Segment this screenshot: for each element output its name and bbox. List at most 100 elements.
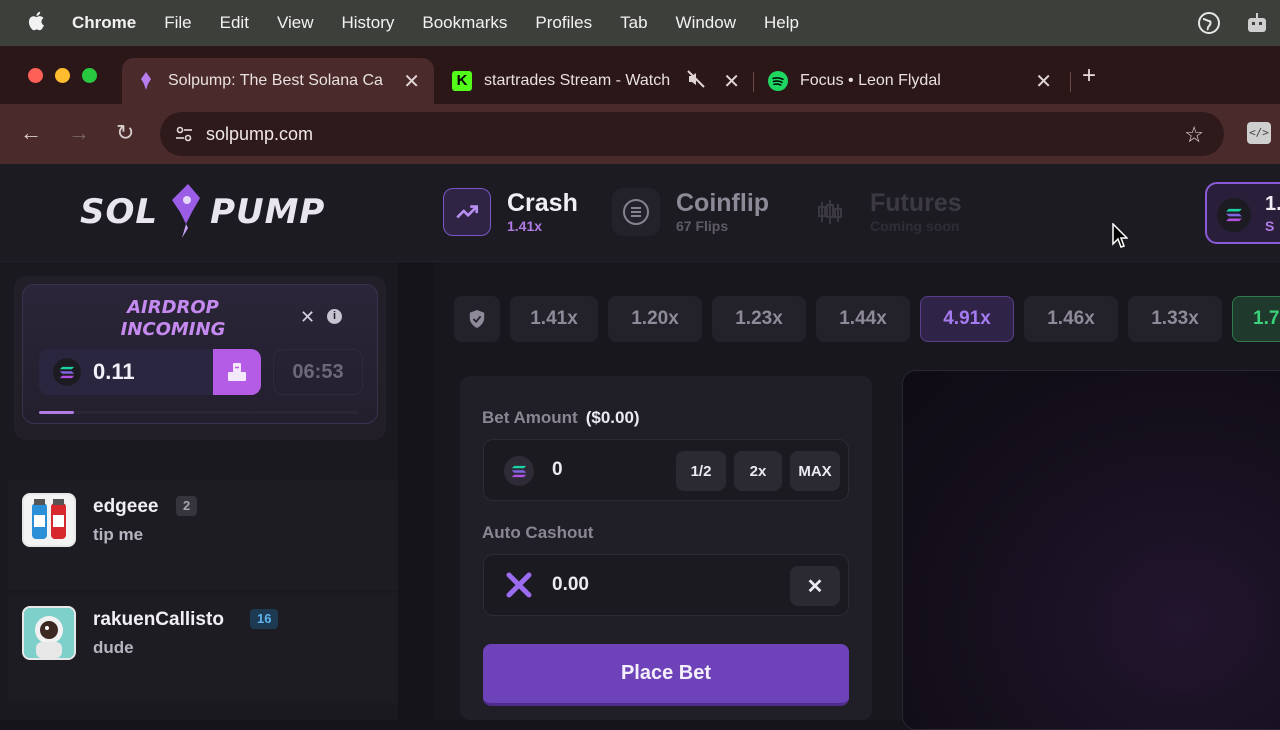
coin-icon [612,188,660,236]
history-multiplier[interactable]: 1.20x [608,296,702,342]
max-bet-button[interactable]: MAX [790,451,840,491]
menu-window[interactable]: Window [676,13,736,33]
solana-icon [504,456,534,486]
tab-solpump[interactable]: Solpump: The Best Solana Ca ✕ [122,58,434,104]
tab-title: Solpump: The Best Solana Ca [168,72,383,89]
history-multiplier[interactable]: 1.41x [510,296,598,342]
game-name: Coinflip [676,189,770,217]
game-name: Crash [507,189,578,217]
info-icon[interactable]: i [327,309,342,324]
chat-message-text: tip me [93,525,144,544]
tab-spotify[interactable]: Focus • Leon Flydal ✕ [754,58,1066,104]
avatar[interactable] [22,493,76,547]
airdrop-card: AIRDROP INCOMING ✕ i 0.11 06:53 [14,276,386,440]
chat-username[interactable]: rakuenCallisto [93,609,224,631]
balance-subtext: S [1265,218,1275,234]
tab-kick-stream[interactable]: K startrades Stream - Watch ✕ [438,58,754,104]
apple-icon[interactable] [0,11,72,36]
wallet-balance-button[interactable]: 1. S [1205,182,1280,244]
game-subtext: Coming soon [870,218,960,234]
nav-crash[interactable]: Crash 1.41x [443,188,578,236]
bet-amount-field[interactable]: 0 1/2 2x MAX [483,439,849,501]
window-close-button[interactable] [28,68,43,83]
auto-cashout-label: Auto Cashout [482,523,594,542]
mouse-cursor-icon [1112,222,1129,254]
menu-profiles[interactable]: Profiles [535,13,592,33]
bookmark-star-icon[interactable]: ☆ [1184,122,1204,148]
crash-history-bar: 1.41x 1.20x 1.23x 1.44x 4.91x 1.46x 1.33… [454,296,1280,342]
game-subtext: 67 Flips [676,218,729,234]
chrome-toolbar: ← → ↻ solpump.com ☆ [0,104,1280,164]
level-badge: 2 [176,496,198,516]
history-multiplier[interactable]: 1.23x [712,296,806,342]
history-multiplier[interactable]: 1.7 [1232,296,1280,342]
muted-speaker-icon[interactable] [686,69,706,94]
solana-icon [53,358,81,386]
menu-help[interactable]: Help [764,13,799,33]
menu-view[interactable]: View [277,13,314,33]
menu-tab[interactable]: Tab [620,13,647,33]
double-bet-button[interactable]: 2x [734,451,782,491]
airdrop-claim-button[interactable] [213,349,261,395]
menu-file[interactable]: File [164,13,191,33]
site-header: SOL PUMP Crash 1.41x Coinflip 67 Flips F… [0,164,1280,262]
tab-close-icon[interactable]: ✕ [403,69,420,94]
menu-chrome[interactable]: Chrome [72,13,136,33]
airdrop-timer: 06:53 [273,349,363,395]
claim-box-icon [228,363,246,381]
airdrop-progress-fill [39,411,75,414]
forward-button[interactable]: → [68,120,90,146]
kick-favicon-icon: K [452,71,472,91]
solpump-logo[interactable]: SOL PUMP [80,182,325,242]
avatar[interactable] [22,606,76,660]
airdrop-title: AIRDROP INCOMING [120,297,226,340]
airdrop-amount: 0.11 [93,359,135,384]
half-bet-button[interactable]: 1/2 [676,451,726,491]
bet-panel: Bet Amount ($0.00) 0 1/2 2x MAX Auto Cash… [460,376,872,720]
new-tab-button[interactable]: + [1082,62,1096,90]
place-bet-button[interactable]: Place Bet [483,644,849,706]
menu-history[interactable]: History [341,13,394,33]
history-multiplier[interactable]: 1.33x [1128,296,1222,342]
game-multiplier: 1.41x [507,218,543,234]
crash-graph [902,370,1280,730]
url-text: solpump.com [206,123,314,144]
level-badge: 16 [250,609,279,629]
spotify-favicon-icon [768,71,788,91]
status-robot-icon[interactable] [1244,10,1270,36]
status-globe-icon[interactable] [1196,10,1222,36]
rocket-icon [162,182,206,242]
chat-message: edgeee 2 tip me [8,480,398,590]
address-bar[interactable]: solpump.com ☆ [160,112,1224,156]
back-button[interactable]: ← [20,120,42,146]
site-settings-icon[interactable] [174,124,194,144]
chat-message: rakuenCallisto 16 dude [8,593,398,703]
logo-text-right: PUMP [210,192,326,232]
auto-cashout-field[interactable]: 0.00 ✕ [483,554,849,616]
menu-edit[interactable]: Edit [220,13,249,33]
history-multiplier[interactable]: 1.44x [816,296,910,342]
tab-close-icon[interactable]: ✕ [1035,69,1052,94]
window-zoom-button[interactable] [82,68,97,83]
tab-close-icon[interactable]: ✕ [723,69,740,94]
solana-icon [1217,198,1251,232]
close-icon[interactable]: ✕ [300,307,315,328]
history-multiplier[interactable]: 4.91x [920,296,1014,342]
history-multiplier[interactable]: 1.46x [1024,296,1118,342]
bet-amount-input[interactable]: 0 [552,459,563,481]
tab-title: startrades Stream - Watch [484,72,671,89]
chat-username[interactable]: edgeee [93,496,158,518]
solpump-favicon-icon [136,71,156,91]
provably-fair-shield-icon[interactable] [454,296,500,342]
window-minimize-button[interactable] [55,68,70,83]
auto-cashout-input[interactable]: 0.00 [552,574,589,596]
nav-coinflip[interactable]: Coinflip 67 Flips [612,188,769,236]
reload-button[interactable]: ↻ [116,120,134,146]
menu-bookmarks[interactable]: Bookmarks [422,13,507,33]
candlestick-icon [806,188,854,236]
clear-cashout-button[interactable]: ✕ [790,566,840,606]
trending-up-icon [443,188,491,236]
extension-icon[interactable]: </> [1247,122,1271,144]
bet-amount-usd: ($0.00) [585,408,640,427]
left-sidebar: AIRDROP INCOMING ✕ i 0.11 06:53 edgeee 2… [0,262,398,720]
